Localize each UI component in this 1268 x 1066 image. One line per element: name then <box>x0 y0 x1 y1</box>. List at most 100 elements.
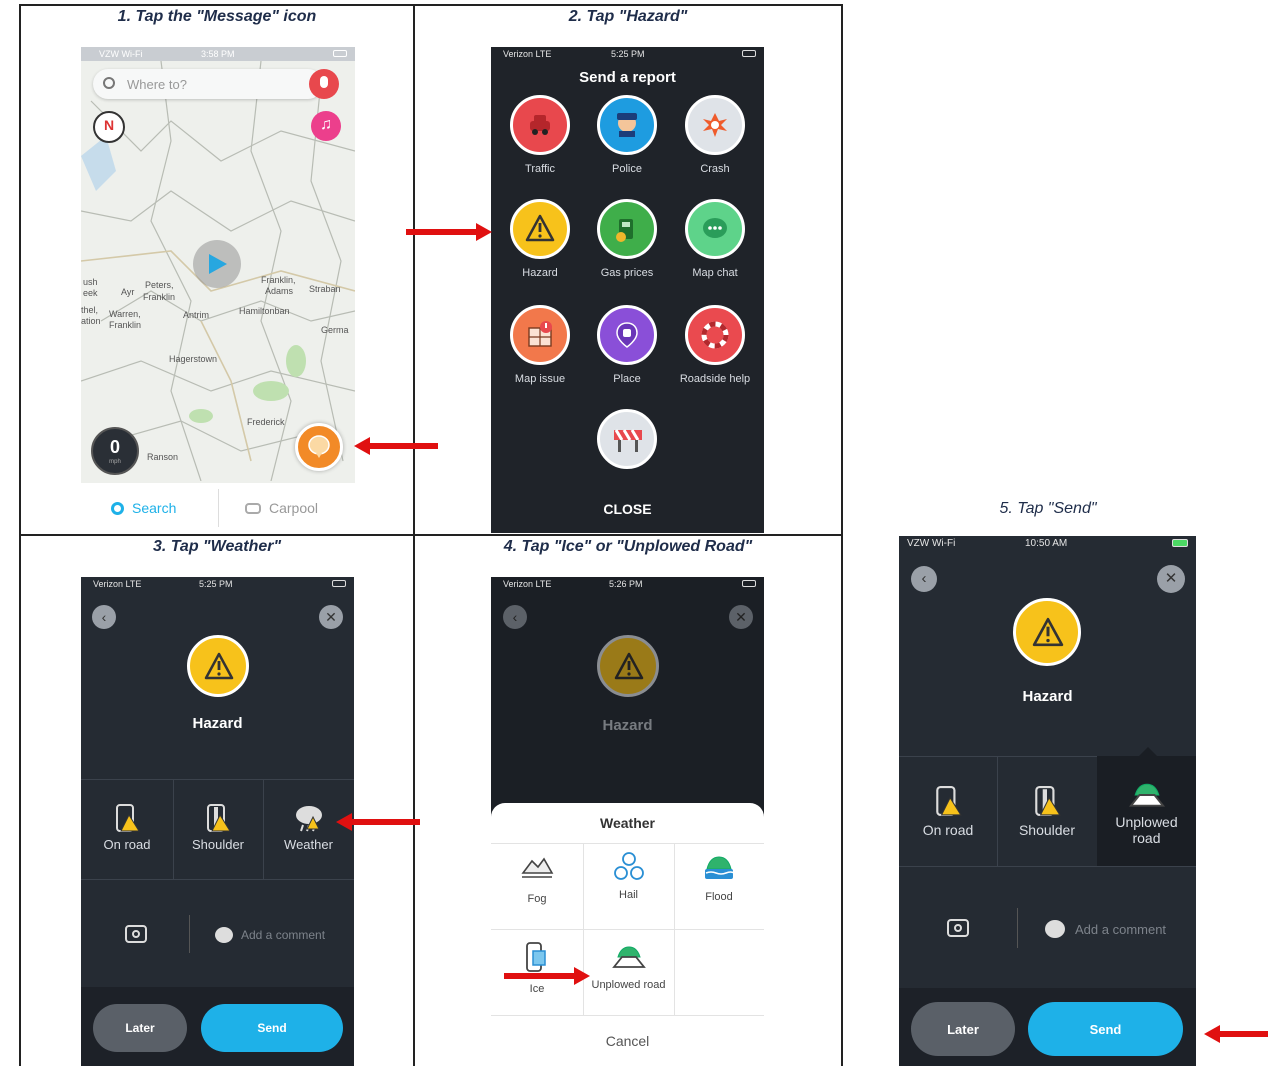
option-shoulder[interactable]: Shoulder <box>173 803 263 852</box>
caption-step1: 1. Tap the "Message" icon <box>117 8 317 25</box>
status-time: 10:50 AM <box>1025 538 1068 549</box>
on-road-icon <box>116 804 140 832</box>
option-ice[interactable]: Ice <box>491 941 583 995</box>
report-item-gas-prices[interactable]: Gas prices <box>582 199 672 291</box>
construction-button[interactable] <box>597 409 657 469</box>
unplowed-road-icon <box>611 946 646 968</box>
close-icon: ✕ <box>735 609 747 625</box>
option-unplowed-road[interactable]: Unplowed road <box>1097 780 1196 846</box>
camera-icon <box>132 930 140 938</box>
phone-step2-report: Verizon LTE 5:25 PM Send a report Traffi… <box>491 47 764 533</box>
back-button[interactable]: ‹ <box>503 605 527 629</box>
close-button[interactable]: CLOSE <box>491 501 764 517</box>
hazard-title: Hazard <box>192 715 243 732</box>
report-item-label: Roadside help <box>679 373 751 385</box>
hazard-icon <box>204 652 234 680</box>
hazard-badge <box>1013 598 1081 666</box>
camera-button[interactable] <box>125 925 147 943</box>
gas-button-circle <box>597 199 657 259</box>
report-message-button[interactable] <box>295 423 343 471</box>
divider <box>1017 908 1018 948</box>
gas-icon <box>616 219 633 242</box>
option-label: Unplowed road <box>1115 814 1178 846</box>
send-button[interactable]: Send <box>1028 1002 1183 1056</box>
option-fog[interactable]: Fog <box>491 855 583 905</box>
battery-icon <box>742 50 756 57</box>
option-label: Unplowed road <box>591 979 666 991</box>
option-label: On road <box>922 822 974 838</box>
comment-bubble-icon <box>1045 920 1065 938</box>
status-carrier: VZW Wi-Fi <box>907 538 956 549</box>
caption-step4: 4. Tap "Ice" or "Unplowed Road" <box>503 538 753 555</box>
report-item-crash[interactable]: Crash <box>670 95 760 187</box>
hazard-title: Hazard <box>602 717 653 734</box>
status-bar: Verizon LTE 5:26 PM <box>491 577 764 591</box>
report-item-police[interactable]: Police <box>582 95 672 187</box>
location-arrow-icon <box>209 254 227 274</box>
speed-value: 0 <box>109 437 120 457</box>
dismiss-button[interactable]: ✕ <box>1157 565 1185 593</box>
status-time: 5:26 PM <box>609 579 643 589</box>
comment-field[interactable]: Add a comment <box>1045 918 1191 940</box>
dismiss-button[interactable]: ✕ <box>729 605 753 629</box>
tab-divider <box>218 489 219 527</box>
report-item-hazard[interactable]: Hazard <box>495 199 585 291</box>
comment-bubble-icon <box>215 927 233 943</box>
cancel-button[interactable]: Cancel <box>491 1033 764 1049</box>
option-hail[interactable]: Hail <box>583 851 674 901</box>
option-shoulder[interactable]: Shoulder <box>997 784 1097 838</box>
map-label: Antrim <box>183 310 210 320</box>
status-bar: VZW Wi-Fi 10:50 AM <box>899 536 1196 552</box>
hazard-title: Hazard <box>1022 688 1073 705</box>
option-unplowed-road[interactable]: Unplowed road <box>583 943 674 991</box>
dismiss-button[interactable]: ✕ <box>319 605 343 629</box>
report-item-map-issue[interactable]: Map issue <box>495 305 585 397</box>
place-icon <box>616 322 638 348</box>
later-button[interactable]: Later <box>911 1002 1015 1056</box>
option-on-road[interactable]: On road <box>899 784 997 838</box>
map-label: Straban <box>309 284 341 294</box>
message-bubble-icon <box>308 435 330 458</box>
send-button[interactable]: Send <box>201 1004 343 1052</box>
ice-icon <box>526 942 546 972</box>
report-item-traffic[interactable]: Traffic <box>495 95 585 187</box>
report-item-roadside-help[interactable]: Roadside help <box>670 305 760 397</box>
hail-icon <box>613 852 644 880</box>
back-button[interactable]: ‹ <box>911 566 937 592</box>
comment-placeholder: Add a comment <box>241 928 326 942</box>
map-issue-button-circle <box>510 305 570 365</box>
report-item-map-chat[interactable]: Map chat <box>670 199 760 291</box>
camera-icon <box>954 924 962 932</box>
divider <box>189 915 190 953</box>
phone-step3-hazard: Verizon LTE 5:25 PM ‹ ✕ Hazard On road S… <box>81 577 354 1066</box>
status-bar: Verizon LTE 5:25 PM <box>81 577 354 591</box>
option-label: Flood <box>705 891 733 903</box>
tab-carpool-label: Carpool <box>269 500 319 516</box>
option-flood[interactable]: Flood <box>674 853 764 903</box>
map-label: thel, <box>81 305 99 315</box>
map-label: Ranson <box>147 452 179 462</box>
shoulder-icon <box>1035 786 1061 816</box>
report-item-place[interactable]: Place <box>582 305 672 397</box>
search-tab-icon <box>111 501 124 515</box>
hazard-badge <box>597 635 659 697</box>
arrow-to-weather <box>336 813 420 831</box>
report-title: Send a report <box>579 69 676 86</box>
arrow-to-message-icon <box>354 437 438 455</box>
tab-search[interactable]: Search <box>111 498 176 518</box>
map-label: Franklin <box>109 320 142 330</box>
sheet-title: Weather <box>600 815 655 831</box>
selection-pointer <box>1139 747 1157 756</box>
comment-field[interactable]: Add a comment <box>215 925 345 945</box>
option-label: Fog <box>527 893 547 905</box>
report-item-label: Map chat <box>692 267 738 279</box>
speedometer: 0 mph <box>91 427 139 475</box>
back-button[interactable]: ‹ <box>92 605 116 629</box>
status-carrier: Verizon LTE <box>503 579 552 589</box>
later-button[interactable]: Later <box>93 1004 187 1052</box>
option-on-road[interactable]: On road <box>81 803 173 852</box>
comment-placeholder: Add a comment <box>1075 921 1167 937</box>
tab-carpool[interactable]: Carpool <box>245 498 318 518</box>
camera-button[interactable] <box>947 919 969 937</box>
map-label: Peters, <box>145 280 174 290</box>
